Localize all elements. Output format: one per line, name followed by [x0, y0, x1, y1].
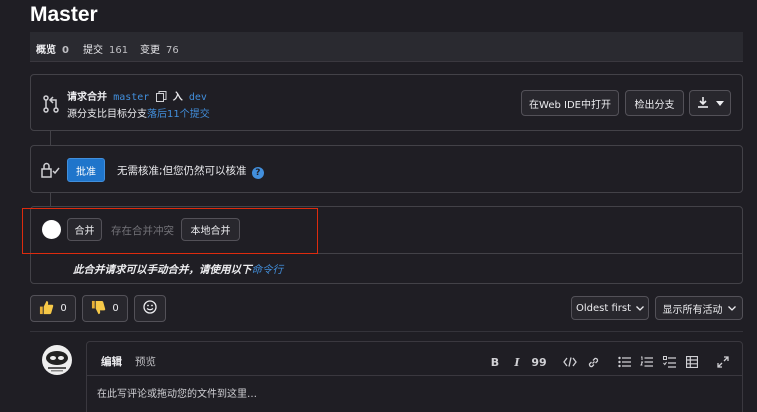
italic-icon[interactable]: I [509, 354, 525, 370]
numbered-list-icon[interactable] [638, 354, 654, 370]
request-label: 请求合并 [67, 92, 107, 103]
timeline-connector [50, 193, 51, 206]
bold-icon[interactable]: B [487, 354, 503, 370]
thumbs-down-button[interactable]: 0 [82, 295, 128, 322]
chevron-down-icon [715, 98, 724, 109]
avatar[interactable] [42, 345, 72, 375]
editor-divider [87, 375, 742, 376]
quote-icon[interactable]: 99 [531, 354, 547, 370]
code-icon[interactable] [562, 354, 578, 370]
download-dropdown-button[interactable] [689, 90, 731, 116]
page-title: Master [30, 3, 98, 26]
mr-info-box: 请求合并 master 入 dev 源分支比目标分支落后11个提交 在Web I… [30, 74, 743, 131]
tab-changes-count: 76 [166, 45, 179, 56]
manual-merge-line: 此合并请求可以手动合并，请使用以下命令行 [73, 262, 283, 277]
download-icon [697, 96, 709, 111]
thumbs-down-count: 0 [112, 303, 119, 314]
help-icon[interactable]: ? [251, 167, 264, 179]
behind-link[interactable]: 落后11个提交 [147, 109, 210, 120]
mr-tabs: 概览 0 提交 161 变更 76 [30, 32, 743, 62]
behind-prefix: 源分支比目标分支 [67, 109, 147, 120]
behind-line: 源分支比目标分支落后11个提交 [67, 105, 210, 120]
comment-editor: 编辑 预览 在此写评论或拖动您的文件到这里… [86, 341, 743, 412]
tab-preview[interactable]: 预览 [135, 354, 156, 369]
thumbs-down-icon [91, 300, 106, 318]
thumbs-up-count: 0 [60, 303, 67, 314]
open-web-ide-button[interactable]: 在Web IDE中打开 [521, 90, 619, 116]
command-line-link[interactable]: 命令行 [252, 264, 284, 276]
approval-status-text: 无需核准;但您仍然可以核准 [117, 165, 247, 177]
merge-request-icon [41, 94, 61, 114]
highlight-annotation [22, 208, 318, 254]
tab-commits[interactable]: 提交 161 [83, 41, 128, 56]
tab-changes[interactable]: 变更 76 [140, 41, 179, 56]
thumbs-up-icon [39, 300, 54, 318]
sort-label: Oldest first [576, 302, 631, 314]
approval-text: 无需核准;但您仍然可以核准 ? [117, 163, 264, 179]
tab-overview[interactable]: 概览 0 [36, 41, 69, 56]
smiley-icon [143, 300, 157, 317]
tab-overview-label: 概览 [36, 45, 56, 56]
approval-box: 批准 无需核准;但您仍然可以核准 ? [30, 145, 743, 193]
link-icon[interactable] [585, 354, 601, 370]
tab-commits-count: 161 [109, 45, 129, 56]
into-label: 入 [172, 92, 183, 103]
tab-overview-count: 0 [62, 45, 69, 56]
tab-changes-label: 变更 [140, 45, 160, 56]
approval-lock-icon [41, 162, 61, 181]
chevron-down-icon [636, 303, 644, 314]
thumbs-up-button[interactable]: 0 [30, 295, 76, 322]
section-divider [30, 331, 743, 332]
manual-merge-text: 此合并请求可以手动合并，请使用以下 [73, 264, 252, 276]
timeline-connector [50, 131, 51, 145]
filter-label: 显示所有活动 [662, 304, 723, 316]
bullet-list-icon[interactable] [616, 354, 632, 370]
fullscreen-icon[interactable] [715, 354, 731, 370]
task-list-icon[interactable] [661, 354, 677, 370]
sort-dropdown[interactable]: Oldest first [571, 296, 649, 320]
checkout-branch-button[interactable]: 检出分支 [625, 90, 684, 116]
add-reaction-button[interactable] [134, 295, 166, 322]
approve-button[interactable]: 批准 [67, 158, 105, 182]
activity-filter-dropdown[interactable]: 显示所有活动 [655, 296, 743, 320]
comment-textarea[interactable]: 在此写评论或拖动您的文件到这里… [97, 385, 257, 400]
table-icon[interactable] [684, 354, 700, 370]
target-branch[interactable]: dev [189, 92, 207, 103]
chevron-down-icon [727, 303, 736, 314]
source-branch[interactable]: master [113, 92, 149, 103]
copy-icon[interactable] [155, 91, 167, 102]
tab-edit[interactable]: 编辑 [101, 354, 122, 369]
mr-branch-line: 请求合并 master 入 dev [67, 88, 207, 103]
tab-commits-label: 提交 [83, 45, 103, 56]
